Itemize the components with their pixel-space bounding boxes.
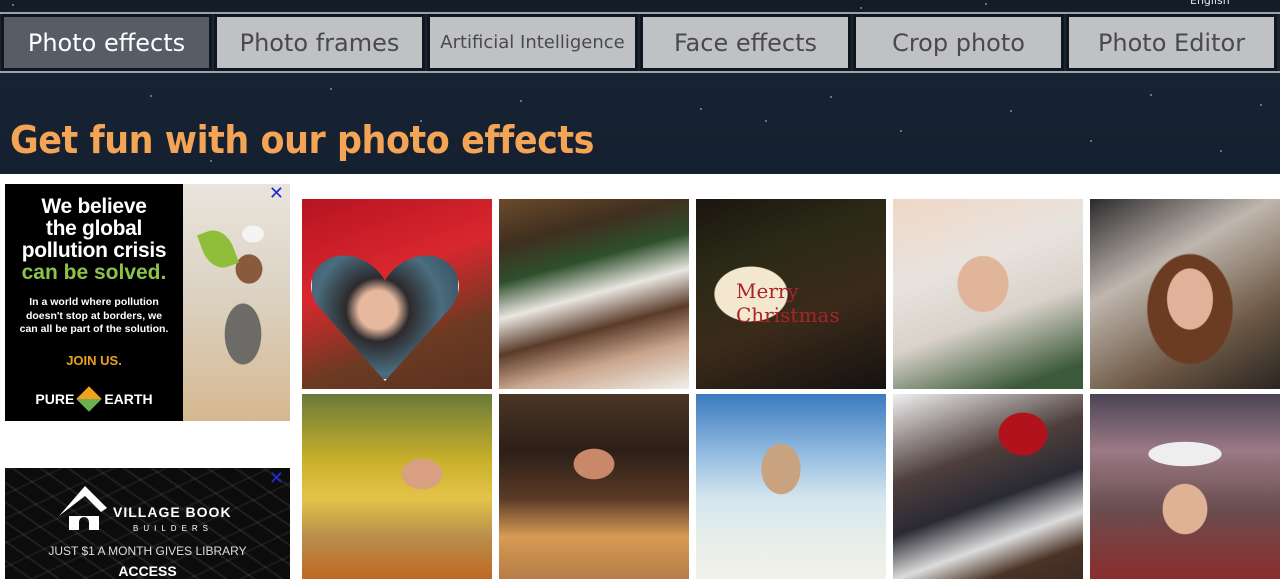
tab-photo-frames[interactable]: Photo frames <box>214 14 425 71</box>
effect-tile-room-painting[interactable] <box>499 394 689 579</box>
close-ad-icon[interactable]: ✕ <box>269 469 284 487</box>
effect-tile-christmas-frame[interactable] <box>499 199 689 389</box>
effect-tile-cloud-moon[interactable] <box>1090 199 1280 389</box>
page-headline: Get fun with our photo effects <box>10 118 594 162</box>
effect-tile-heart-locket[interactable] <box>302 199 492 389</box>
effect-tile-merry-christmas-card[interactable]: Merry Christmas <box>696 199 886 389</box>
village-book-builders-logo-icon <box>59 486 107 530</box>
ad-photo-worker-planting <box>183 184 290 421</box>
ad-headline-line: We believe <box>41 195 147 218</box>
ad-headline-line: the global <box>45 217 143 240</box>
ad-brand-right: EARTH <box>104 390 153 407</box>
effect-tile-santa-sparkle[interactable] <box>1090 394 1280 579</box>
language-selector[interactable]: English <box>1190 0 1230 7</box>
main-tab-bar: Photo effects Photo frames Artificial In… <box>0 12 1280 73</box>
effect-tile-beach-sky-face[interactable] <box>696 394 886 579</box>
pure-earth-logo-icon <box>76 385 103 412</box>
ad-tagline-2: ACCESS <box>118 563 177 579</box>
close-ad-icon[interactable]: ✕ <box>269 184 284 202</box>
effects-gallery: Merry Christmas <box>302 199 1280 579</box>
effect-tile-autumn-couple[interactable] <box>302 394 492 579</box>
tab-photo-editor[interactable]: Photo Editor <box>1066 14 1277 71</box>
effect-tile-rose-book[interactable] <box>893 394 1083 579</box>
card-text: Merry Christmas <box>736 279 840 327</box>
ad-brand-left: PURE <box>35 390 75 407</box>
seedling-leaf <box>197 225 239 273</box>
ad-brand: PURE EARTH <box>5 385 183 412</box>
heart-frame <box>310 251 460 381</box>
ad-brand-sub: BUILDERS <box>133 524 214 533</box>
ad-brand-name: VILLAGE BOOK <box>113 504 232 520</box>
ad-highlight: can be solved. <box>21 261 167 284</box>
ad-cta[interactable]: JOIN US. <box>5 353 183 368</box>
tab-face-effects[interactable]: Face effects <box>640 14 851 71</box>
ad-text-panel: We believe the global pollution crisis c… <box>5 184 183 421</box>
effect-tile-winter-hat[interactable] <box>893 199 1083 389</box>
ad-body-line: doesn't stop at borders, we <box>25 309 163 322</box>
ad-body-line: can all be part of the solution. <box>19 323 169 335</box>
tab-crop-photo[interactable]: Crop photo <box>853 14 1064 71</box>
ad-body-line: In a world where pollution <box>29 296 159 308</box>
ad-tagline: JUST $1 A MONTH GIVES LIBRARY <box>48 544 247 558</box>
ad-headline-line: pollution crisis <box>21 239 167 262</box>
tab-photo-effects[interactable]: Photo effects <box>1 14 212 71</box>
tab-artificial-intelligence[interactable]: Artificial Intelligence <box>427 14 638 71</box>
advertisement-pure-earth[interactable]: We believe the global pollution crisis c… <box>5 184 290 421</box>
advertisement-village-book-builders[interactable]: VILLAGE BOOK BUILDERS JUST $1 A MONTH GI… <box>5 468 290 579</box>
